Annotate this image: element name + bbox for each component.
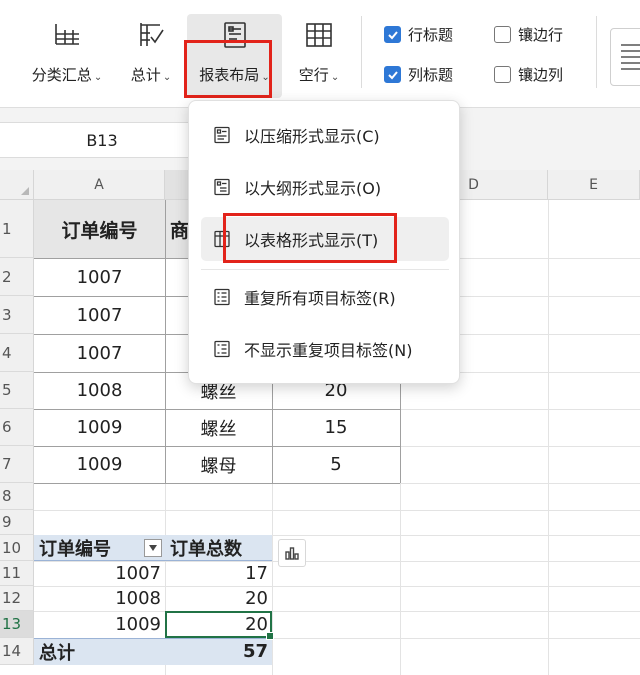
menu-item-no-repeat-labels[interactable]: 不显示重复项目标签(N) bbox=[201, 327, 449, 371]
banded-rows-label: 镶边行 bbox=[518, 26, 564, 44]
row-header[interactable]: 4 bbox=[0, 334, 34, 372]
checkbox-unchecked-icon bbox=[494, 26, 511, 43]
checkbox-unchecked-icon bbox=[494, 66, 511, 83]
compact-form-icon bbox=[211, 124, 233, 146]
gridline bbox=[34, 510, 640, 511]
row-header[interactable]: 7 bbox=[0, 446, 34, 483]
pivot-row-label[interactable]: 1007 bbox=[34, 561, 165, 586]
report-layout-highlight bbox=[184, 40, 272, 98]
table-cell[interactable]: 1009 bbox=[34, 409, 165, 446]
banded-columns-checkbox[interactable]: 镶边列 bbox=[494, 64, 563, 85]
menu-item-repeat-labels[interactable]: 重复所有项目标签(R) bbox=[201, 275, 449, 319]
grand-total-button[interactable]: 总计 ⌄ bbox=[122, 14, 180, 98]
table-cell[interactable]: 1009 bbox=[34, 446, 165, 483]
column-header-e[interactable]: E bbox=[548, 170, 640, 200]
gridline bbox=[400, 409, 640, 410]
ribbon-panel: 分类汇总 ⌄ 总计 ⌄ 报表布局 ⌄ 空行 ⌄ 行标题 镶边行 列标题 镶边列 bbox=[0, 0, 640, 108]
row-header[interactable]: 11 bbox=[0, 561, 34, 586]
row-header[interactable]: 8 bbox=[0, 483, 34, 510]
menu-item-label: 以压缩形式显示(C) bbox=[244, 127, 380, 146]
menu-item-label: 重复所有项目标签(R) bbox=[244, 289, 396, 308]
menu-separator bbox=[201, 269, 449, 270]
row-header[interactable]: 13 bbox=[0, 611, 34, 638]
grand-total-icon bbox=[134, 18, 168, 52]
outline-form-icon bbox=[211, 176, 233, 198]
gridline bbox=[400, 446, 640, 447]
table-cell[interactable]: 螺母 bbox=[165, 446, 272, 483]
checkbox-checked-icon bbox=[384, 26, 401, 43]
menu-item-label: 以大纲形式显示(O) bbox=[244, 179, 382, 198]
row-header[interactable]: 6 bbox=[0, 409, 34, 446]
menu-item-outline-form[interactable]: 以大纲形式显示(O) bbox=[201, 165, 449, 209]
ribbon-separator bbox=[596, 16, 597, 88]
row-header[interactable]: 9 bbox=[0, 510, 34, 535]
row-header[interactable]: 10 bbox=[0, 535, 34, 561]
checkbox-checked-icon bbox=[384, 66, 401, 83]
repeat-labels-icon bbox=[211, 286, 233, 308]
grand-total-label: 总计 bbox=[130, 66, 161, 84]
row-header[interactable]: 5 bbox=[0, 372, 34, 409]
table-header-cell[interactable]: 订单编号 bbox=[34, 200, 165, 258]
report-layout-menu: 以压缩形式显示(C) 以大纲形式显示(O) 以表格形式显示(T) 重复所有项目标… bbox=[188, 100, 460, 384]
table-cell[interactable]: 15 bbox=[272, 409, 400, 446]
subtotal-label: 分类汇总 bbox=[31, 66, 92, 84]
pivot-row-label[interactable]: 1009 bbox=[34, 611, 165, 638]
column-headers-label: 列标题 bbox=[408, 66, 454, 84]
name-box[interactable]: B13 bbox=[0, 122, 205, 158]
pivot-row-value[interactable]: 17 bbox=[165, 561, 272, 586]
row-headers-checkbox[interactable]: 行标题 bbox=[384, 24, 453, 45]
filter-dropdown-icon[interactable] bbox=[144, 539, 162, 557]
pivot-header-order-total[interactable]: 订单总数 bbox=[165, 535, 272, 561]
pivot-row-label[interactable]: 1008 bbox=[34, 586, 165, 611]
banded-columns-label: 镶边列 bbox=[518, 66, 564, 84]
table-cell[interactable]: 1007 bbox=[34, 258, 165, 296]
table-cell[interactable]: 1007 bbox=[34, 296, 165, 334]
tabular-form-highlight bbox=[223, 213, 397, 263]
subtotal-button[interactable]: 分类汇总 ⌄ bbox=[22, 14, 112, 98]
column-headers-checkbox[interactable]: 列标题 bbox=[384, 64, 453, 85]
active-cell-selection[interactable] bbox=[165, 611, 274, 640]
row-header[interactable]: 14 bbox=[0, 638, 34, 665]
blank-rows-button[interactable]: 空行 ⌄ bbox=[290, 14, 348, 98]
quick-chart-icon[interactable] bbox=[278, 539, 306, 567]
menu-item-compact-form[interactable]: 以压缩形式显示(C) bbox=[201, 113, 449, 157]
select-all-corner[interactable] bbox=[0, 170, 34, 200]
row-header[interactable]: 12 bbox=[0, 586, 34, 611]
pivot-total-label[interactable]: 总计 bbox=[34, 638, 165, 665]
pivot-row-value[interactable]: 20 bbox=[165, 586, 272, 611]
table-cell[interactable]: 螺丝 bbox=[165, 409, 272, 446]
subtotal-icon bbox=[50, 18, 84, 52]
table-cell[interactable]: 1007 bbox=[34, 334, 165, 372]
column-header-a[interactable]: A bbox=[34, 170, 165, 200]
row-header[interactable]: 2 bbox=[0, 258, 34, 296]
no-repeat-labels-icon bbox=[211, 338, 233, 360]
pivot-style-gallery[interactable] bbox=[610, 28, 640, 86]
row-header[interactable]: 3 bbox=[0, 296, 34, 334]
pivot-header-order-id[interactable]: 订单编号 bbox=[34, 535, 144, 561]
blank-rows-icon bbox=[302, 18, 336, 52]
row-header[interactable]: 1 bbox=[0, 200, 34, 258]
blank-rows-label: 空行 bbox=[298, 66, 329, 84]
table-cell[interactable]: 5 bbox=[272, 446, 400, 483]
table-cell[interactable]: 1008 bbox=[34, 372, 165, 409]
pivot-total-value[interactable]: 57 bbox=[165, 638, 272, 665]
ribbon: 分类汇总 ⌄ 总计 ⌄ 报表布局 ⌄ 空行 ⌄ 行标题 镶边行 列标题 镶边列 bbox=[0, 0, 640, 113]
menu-item-label: 不显示重复项目标签(N) bbox=[244, 341, 413, 360]
row-headers-label: 行标题 bbox=[408, 26, 454, 44]
table-border bbox=[34, 483, 400, 484]
gridline bbox=[548, 200, 549, 675]
banded-rows-checkbox[interactable]: 镶边行 bbox=[494, 24, 563, 45]
ribbon-separator bbox=[361, 16, 362, 88]
